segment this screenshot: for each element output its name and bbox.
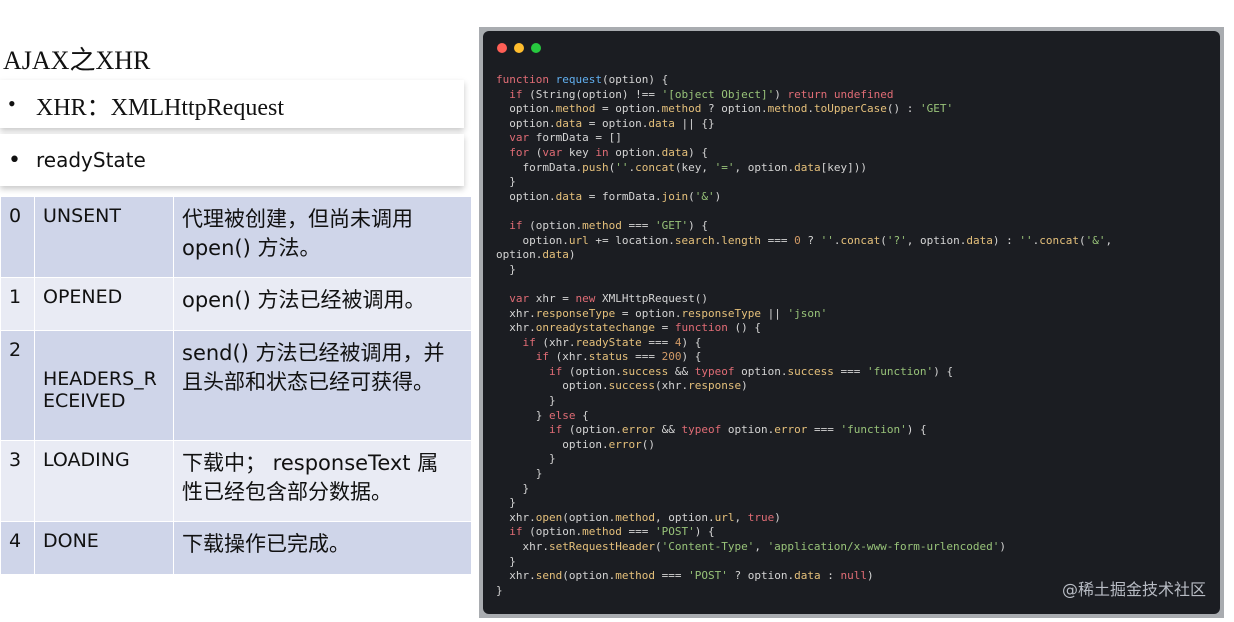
code-block: function request(option) { if (String(op…	[496, 73, 1112, 598]
state-description: 下载操作已完成。	[173, 521, 472, 575]
state-name: OPENED	[34, 277, 174, 331]
bullet-text: readyState	[36, 148, 146, 172]
code-line: xhr.setRequestHeader('Content-Type', 'ap…	[522, 540, 1006, 553]
state-number: 3	[0, 440, 35, 522]
watermark: @稀土掘金技术社区	[1061, 580, 1206, 599]
code-line: }	[535, 467, 543, 481]
code-line: if (option.success && typeof option.succ…	[548, 364, 954, 378]
code-line: }	[509, 262, 516, 276]
readystate-table: 0 UNSENT 代理被创建，但尚未调用 open() 方法。 1 OPENED…	[0, 196, 472, 575]
code-line: }	[509, 175, 516, 189]
page-title: AJAX之XHR	[3, 46, 151, 75]
code-line: option.data)	[496, 248, 576, 262]
code-line: }	[522, 481, 530, 495]
code-line: xhr.onreadystatechange = function () {	[509, 321, 761, 335]
state-description: open() 方法已经被调用。	[173, 277, 472, 331]
code-line: }	[496, 583, 503, 597]
code-line: if (option.method === 'GET') {	[509, 218, 708, 232]
code-line: }	[509, 496, 516, 510]
code-panel: function request(option) { if (String(op…	[479, 27, 1224, 618]
code-line: option.error()	[562, 437, 655, 451]
code-line: if (xhr.status === 200) {	[535, 350, 702, 364]
state-description: 代理被创建，但尚未调用 open() 方法。	[173, 196, 472, 278]
bullet-text: XHR：XMLHttpRequest	[36, 94, 284, 121]
code-line: } else {	[535, 408, 589, 422]
code-line: option.url += location.search.length ===…	[522, 233, 1113, 247]
code-line: if (String(option) !== '[object Object]'…	[509, 87, 894, 101]
table-row: 4 DONE 下载操作已完成。	[0, 521, 472, 575]
code-line: option.data = formData.join('&')	[509, 189, 722, 203]
minimize-dot-icon	[514, 43, 524, 53]
code-line: xhr.send(option.method === 'POST' ? opti…	[509, 569, 874, 583]
code-line: option.method = option.method ? option.m…	[509, 102, 954, 116]
code-line: xhr.responseType = option.responseType |…	[509, 306, 828, 320]
code-line: option.data = option.data || {}	[509, 116, 715, 130]
table-row: 0 UNSENT 代理被创建，但尚未调用 open() 方法。	[0, 196, 472, 278]
bullet-readystate: • readyState	[0, 134, 464, 186]
state-number: 1	[0, 277, 35, 331]
code-line: }	[548, 452, 556, 466]
state-name: HEADERS_RECEIVED	[34, 330, 174, 441]
maximize-dot-icon	[531, 43, 541, 53]
code-line: if (xhr.readyState === 4) {	[522, 335, 702, 349]
state-name: UNSENT	[34, 196, 174, 278]
bullet-dot-icon: •	[8, 91, 16, 116]
close-dot-icon	[497, 43, 507, 53]
code-line: }	[509, 554, 516, 568]
code-line: option.success(xhr.response)	[562, 379, 748, 393]
code-line: var formData = []	[509, 131, 622, 145]
state-number: 2	[0, 330, 35, 441]
state-description: send() 方法已经被调用，并且头部和状态已经可获得。	[173, 330, 472, 441]
code-line: if (option.error && typeof option.error …	[548, 423, 927, 437]
state-number: 4	[0, 521, 35, 575]
table-row: 3 LOADING 下载中； responseText 属性已经包含部分数据。	[0, 440, 472, 522]
window-controls	[497, 43, 541, 53]
bullet-dot-icon: •	[8, 147, 21, 173]
bullet-xhr: • XHR：XMLHttpRequest	[0, 80, 464, 128]
code-line: formData.push(''.concat(key, '=', option…	[522, 160, 867, 174]
state-name: DONE	[34, 521, 174, 575]
state-number: 0	[0, 196, 35, 278]
code-line: for (var key in option.data) {	[509, 145, 708, 159]
code-line: }	[548, 394, 556, 408]
state-description: 下载中； responseText 属性已经包含部分数据。	[173, 440, 472, 522]
table-row: 2 HEADERS_RECEIVED send() 方法已经被调用，并且头部和状…	[0, 330, 472, 441]
state-name: LOADING	[34, 440, 174, 522]
code-line: if (option.method === 'POST') {	[509, 525, 715, 539]
code-line: xhr.open(option.method, option.url, true…	[509, 510, 781, 524]
code-line: var xhr = new XMLHttpRequest()	[509, 291, 708, 305]
code-window: function request(option) { if (String(op…	[483, 31, 1220, 614]
table-row: 1 OPENED open() 方法已经被调用。	[0, 277, 472, 331]
code-line: function request(option) {	[496, 73, 669, 86]
